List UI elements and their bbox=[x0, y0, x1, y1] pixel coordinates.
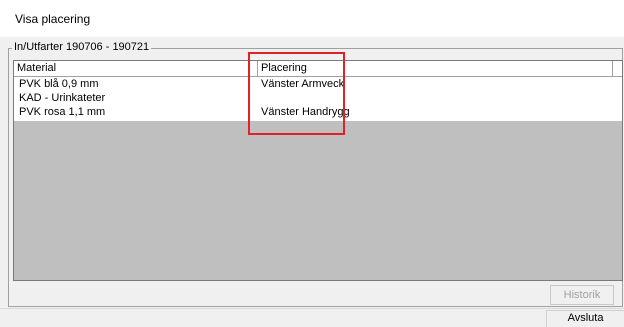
table-row[interactable]: PVK rosa 1,1 mm Vänster Handrygg bbox=[14, 105, 622, 119]
window-title: Visa placering bbox=[15, 12, 91, 26]
divider bbox=[0, 308, 624, 309]
cell-placering: Vänster Handrygg bbox=[261, 106, 350, 118]
table-row[interactable]: PVK blå 0,9 mm Vänster Armveck bbox=[14, 77, 622, 91]
cell-material: PVK blå 0,9 mm bbox=[19, 78, 99, 90]
column-header-placering[interactable]: Placering bbox=[257, 61, 612, 76]
cell-material: PVK rosa 1,1 mm bbox=[19, 106, 106, 118]
list-rows: PVK blå 0,9 mm Vänster Armveck KAD - Uri… bbox=[14, 77, 622, 121]
material-list[interactable]: Material Placering PVK blå 0,9 mm Vänste… bbox=[13, 60, 623, 281]
historik-button[interactable]: Historik bbox=[550, 285, 614, 305]
table-row[interactable]: KAD - Urinkateter bbox=[14, 91, 622, 105]
column-header-material[interactable]: Material bbox=[14, 61, 257, 76]
cell-placering: Vänster Armveck bbox=[261, 78, 345, 90]
column-header-filler bbox=[612, 61, 622, 76]
list-header: Material Placering bbox=[14, 61, 622, 77]
cell-material: KAD - Urinkateter bbox=[19, 92, 106, 104]
avsluta-button[interactable]: Avsluta bbox=[546, 310, 624, 327]
group-label: In/Utfarter 190706 - 190721 bbox=[12, 41, 152, 53]
window-title-bar: Visa placering bbox=[0, 0, 624, 37]
